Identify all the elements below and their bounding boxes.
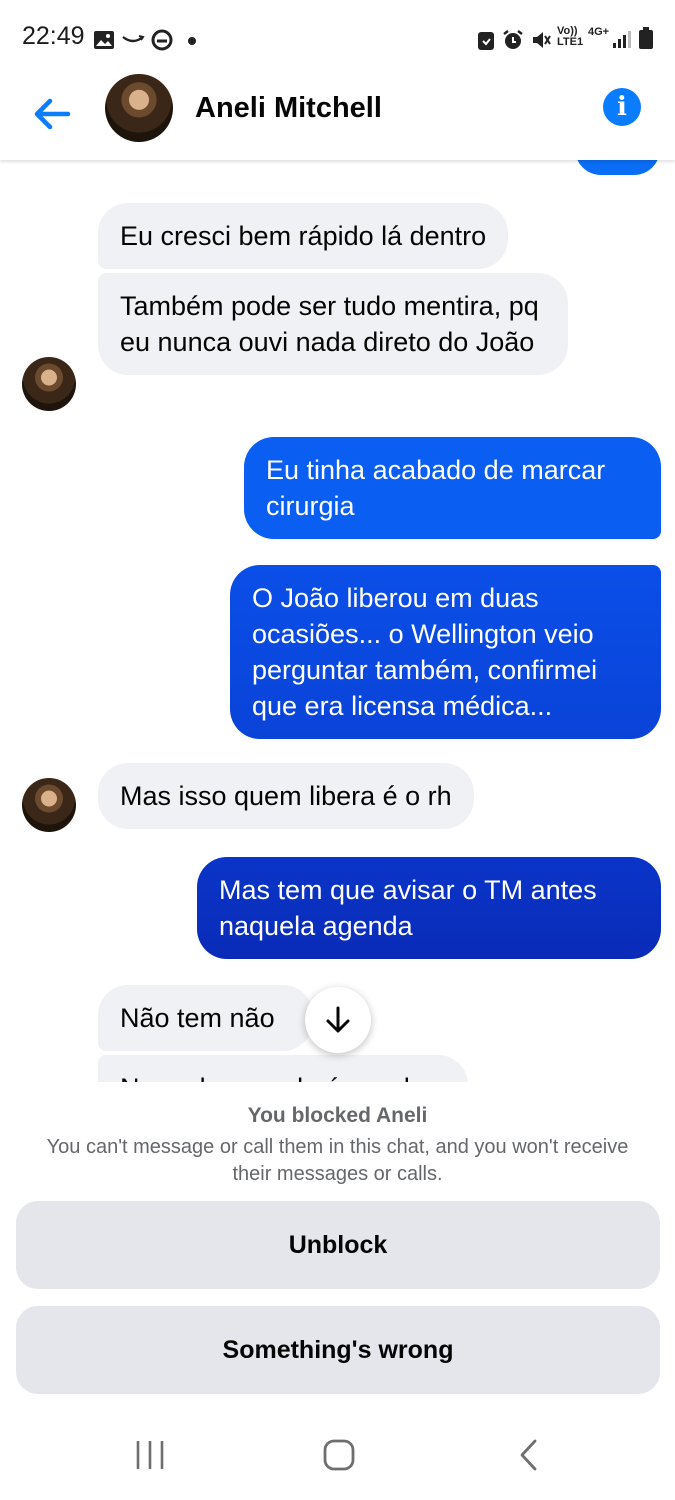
arrow-down-icon xyxy=(326,1006,350,1033)
contact-name[interactable]: Aneli Mitchell xyxy=(195,92,382,125)
blocked-title: You blocked Aneli xyxy=(247,1104,428,1127)
battery-saver-icon xyxy=(477,29,495,51)
back-arrow-icon[interactable] xyxy=(30,92,74,136)
notification-dot-icon xyxy=(188,37,196,45)
status-time: 22:49 xyxy=(22,22,85,50)
amazon-icon xyxy=(121,34,145,46)
signal-icon xyxy=(612,29,632,49)
message-list[interactable]: Eu cresci bem rápido lá dentro Também po… xyxy=(0,160,675,1082)
status-bar: 22:49 Vo)) LTE1 4G+ xyxy=(0,0,675,80)
battery-icon xyxy=(639,27,653,49)
info-icon[interactable]: i xyxy=(603,88,641,126)
gallery-icon xyxy=(93,30,115,50)
edge-icon xyxy=(151,29,173,51)
message-bubble-incoming[interactable]: Eu cresci bem rápido lá dentro xyxy=(98,203,509,269)
message-bubble-incoming[interactable]: Naquela agenda é pro rh xyxy=(98,1055,468,1082)
scroll-to-bottom-button[interactable] xyxy=(305,987,371,1053)
network-type-label: 4G+ xyxy=(588,26,610,38)
something-wrong-button[interactable]: Something's wrong xyxy=(16,1306,660,1394)
blocked-panel: You blocked Aneli You can't message or c… xyxy=(0,1082,675,1422)
volte-label: Vo)) LTE1 xyxy=(557,25,584,48)
message-bubble-outgoing[interactable]: Mas tem que avisar o TM antes naquela ag… xyxy=(197,857,661,959)
contact-avatar-small xyxy=(22,357,76,411)
mute-icon xyxy=(530,29,552,51)
blocked-description: You can't message or call them in this c… xyxy=(46,1136,629,1185)
contact-avatar-small xyxy=(22,778,76,832)
home-icon[interactable] xyxy=(322,1438,356,1477)
message-bubble-incoming[interactable]: Mas isso quem libera é o rh xyxy=(98,763,474,829)
alarm-icon xyxy=(502,29,524,51)
system-nav-bar xyxy=(0,1420,675,1500)
message-bubble-outgoing[interactable]: Eu tinha acabado de marcar cirurgia xyxy=(244,437,661,539)
nav-back-icon[interactable] xyxy=(515,1438,543,1477)
message-bubble-incoming[interactable]: Também pode ser tudo mentira, pq eu nunc… xyxy=(98,273,568,375)
partial-message-bubble[interactable] xyxy=(575,160,660,175)
recents-icon[interactable] xyxy=(134,1438,166,1477)
message-bubble-outgoing[interactable]: O João liberou em duas ocasiões... o Wel… xyxy=(230,565,661,739)
contact-avatar[interactable] xyxy=(105,74,173,142)
unblock-button[interactable]: Unblock xyxy=(16,1201,660,1289)
chat-header: Aneli Mitchell i xyxy=(0,74,675,160)
message-bubble-incoming[interactable]: Não tem não xyxy=(98,985,313,1051)
